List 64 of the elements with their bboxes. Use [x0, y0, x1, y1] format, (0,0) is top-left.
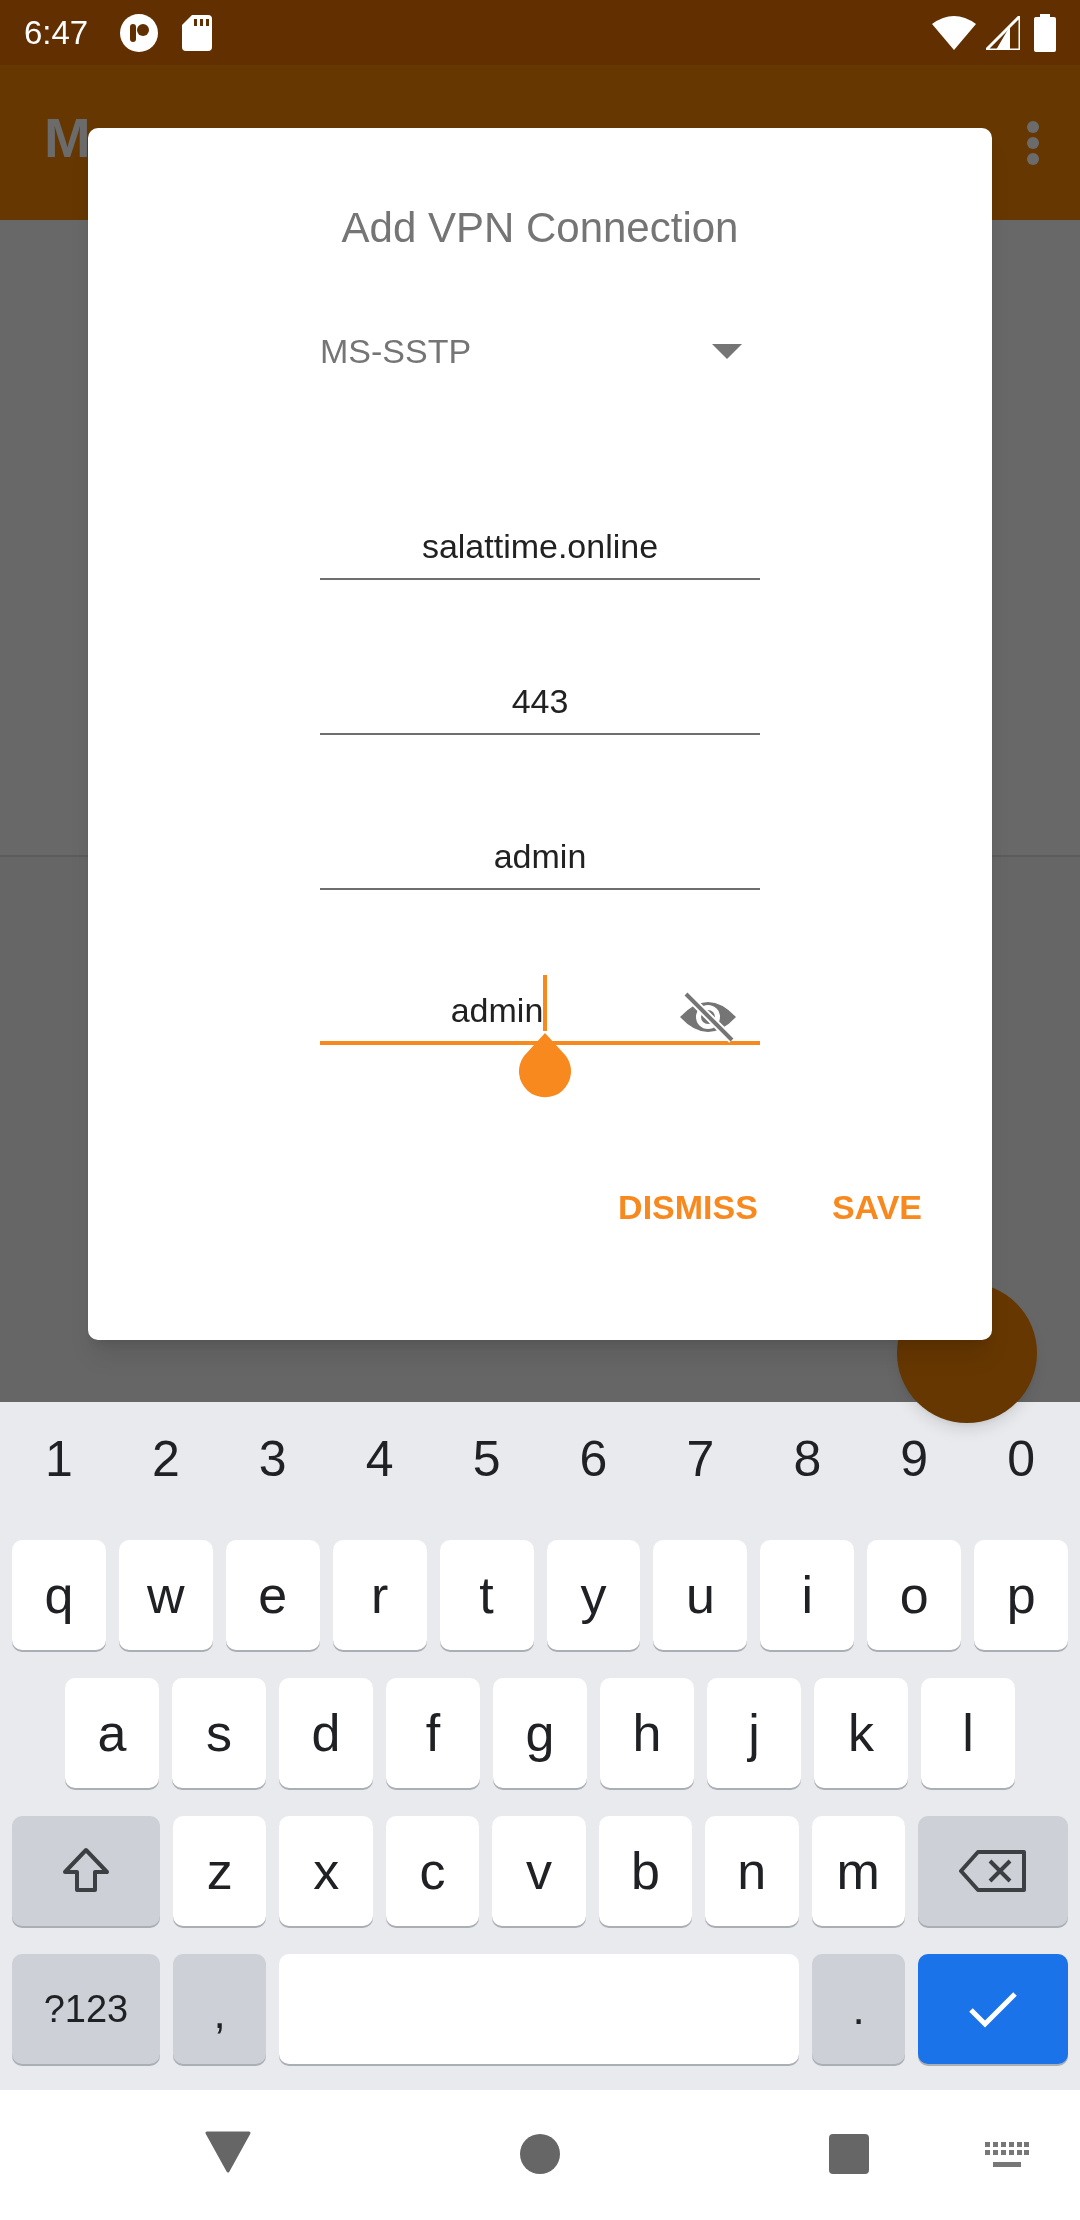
- letter-key[interactable]: s: [172, 1678, 266, 1788]
- number-key[interactable]: 1: [12, 1421, 106, 1497]
- input-field[interactable]: admin: [320, 979, 760, 1045]
- letter-key[interactable]: q: [12, 1540, 106, 1650]
- input-field[interactable]: 443: [320, 669, 760, 735]
- sd-card-icon: [182, 14, 213, 51]
- period-key[interactable]: .: [812, 1954, 905, 2064]
- battery-icon: [1034, 13, 1056, 52]
- shift-key[interactable]: [12, 1816, 160, 1926]
- letter-key[interactable]: h: [600, 1678, 694, 1788]
- letter-key[interactable]: t: [439, 1540, 534, 1650]
- letter-key[interactable]: f: [386, 1678, 480, 1788]
- wifi-icon: [932, 15, 976, 50]
- number-key[interactable]: 2: [118, 1421, 213, 1497]
- letter-key[interactable]: v: [492, 1816, 586, 1926]
- comma-key[interactable]: ,: [173, 1954, 266, 2064]
- letter-key[interactable]: d: [279, 1678, 373, 1788]
- protocol-dropdown[interactable]: MS-SSTP: [320, 321, 750, 381]
- keyboard-icon[interactable]: [985, 2142, 1029, 2168]
- letter-key[interactable]: u: [653, 1540, 748, 1650]
- number-key[interactable]: 6: [546, 1421, 641, 1497]
- done-key[interactable]: [918, 1954, 1068, 2064]
- checkmark-icon: [968, 1990, 1018, 2028]
- number-key[interactable]: 4: [332, 1421, 427, 1497]
- home-icon[interactable]: [519, 2133, 561, 2175]
- app-notification-icon: [120, 13, 159, 52]
- number-key[interactable]: 0: [974, 1421, 1069, 1497]
- letter-key[interactable]: p: [974, 1540, 1069, 1650]
- number-key[interactable]: 3: [225, 1421, 320, 1497]
- letter-key[interactable]: a: [65, 1678, 159, 1788]
- letter-key[interactable]: g: [493, 1678, 587, 1788]
- letter-key[interactable]: m: [811, 1816, 905, 1926]
- dropdown-arrow-icon: [712, 343, 742, 359]
- number-key[interactable]: 7: [653, 1421, 748, 1497]
- eye-slash-icon[interactable]: [678, 991, 738, 1043]
- backspace-icon: [957, 1849, 1028, 1893]
- input-field[interactable]: salattime.online: [320, 514, 760, 580]
- cursor-handle[interactable]: [519, 1032, 572, 1099]
- letter-key[interactable]: b: [598, 1816, 693, 1926]
- app-title: M: [44, 104, 91, 171]
- back-icon[interactable]: [205, 2131, 251, 2173]
- recents-icon[interactable]: [828, 2133, 870, 2175]
- backspace-key[interactable]: [917, 1816, 1068, 1926]
- letter-key[interactable]: n: [705, 1816, 799, 1926]
- letter-key[interactable]: c: [385, 1816, 480, 1926]
- letter-key[interactable]: x: [279, 1816, 373, 1926]
- letter-key[interactable]: o: [867, 1540, 962, 1650]
- dialog-title: Add VPN Connection: [341, 203, 739, 253]
- letter-key[interactable]: z: [173, 1816, 267, 1926]
- letter-key[interactable]: l: [921, 1678, 1015, 1788]
- number-key[interactable]: 9: [867, 1421, 962, 1497]
- number-key[interactable]: 5: [439, 1421, 534, 1497]
- letter-key[interactable]: y: [546, 1540, 641, 1650]
- input-field[interactable]: admin: [320, 824, 760, 890]
- signal-icon: [986, 15, 1020, 50]
- letter-key[interactable]: w: [118, 1540, 213, 1650]
- letter-key[interactable]: i: [760, 1540, 855, 1650]
- symbols-key[interactable]: ?123: [12, 1954, 160, 2064]
- letter-key[interactable]: r: [332, 1540, 427, 1650]
- letter-key[interactable]: e: [225, 1540, 320, 1650]
- letter-key[interactable]: j: [707, 1678, 801, 1788]
- letter-key[interactable]: k: [814, 1678, 908, 1788]
- status-time: 6:47: [24, 12, 89, 53]
- number-key[interactable]: 8: [760, 1421, 855, 1497]
